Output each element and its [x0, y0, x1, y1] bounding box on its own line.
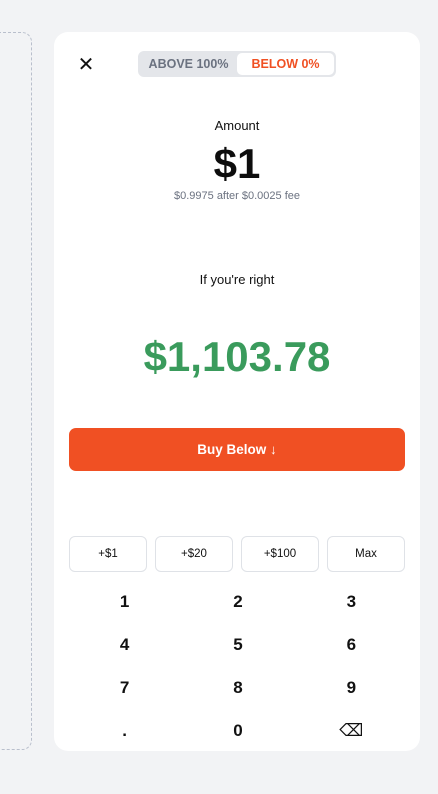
backspace-icon: ⌫: [339, 720, 364, 740]
key-2[interactable]: 2: [181, 580, 294, 623]
key-8[interactable]: 8: [181, 666, 294, 709]
amount-label: Amount: [214, 118, 260, 133]
key-decimal[interactable]: .: [68, 709, 181, 752]
numeric-keypad: 1 2 3 4 5 6 7 8 9 . 0 ⌫: [68, 580, 408, 752]
close-icon: ✕: [77, 53, 95, 76]
toggle-below-option[interactable]: BELOW 0%: [237, 53, 334, 75]
toggle-above-option[interactable]: ABOVE 100%: [140, 53, 237, 75]
quick-max-button[interactable]: Max: [327, 536, 405, 572]
direction-toggle: ABOVE 100% BELOW 0%: [138, 51, 336, 77]
side-panel-placeholder: [0, 32, 32, 750]
key-6[interactable]: 6: [295, 623, 408, 666]
payout-label: If you're right: [199, 272, 275, 287]
quick-amount-row: +$1 +$20 +$100 Max: [69, 536, 405, 572]
key-4[interactable]: 4: [68, 623, 181, 666]
quick-add-20-button[interactable]: +$20: [155, 536, 233, 572]
quick-add-1-button[interactable]: +$1: [69, 536, 147, 572]
buy-below-button[interactable]: Buy Below ↓: [69, 428, 405, 471]
key-9[interactable]: 9: [295, 666, 408, 709]
key-0[interactable]: 0: [181, 709, 294, 752]
trade-card: ✕ ABOVE 100% BELOW 0% Amount $1 $0.9975 …: [54, 32, 420, 751]
key-7[interactable]: 7: [68, 666, 181, 709]
key-5[interactable]: 5: [181, 623, 294, 666]
payout-value: $1,103.78: [143, 333, 331, 380]
key-1[interactable]: 1: [68, 580, 181, 623]
quick-add-100-button[interactable]: +$100: [241, 536, 319, 572]
backspace-key[interactable]: ⌫: [295, 709, 408, 752]
key-3[interactable]: 3: [295, 580, 408, 623]
close-button[interactable]: ✕: [76, 52, 96, 76]
amount-value: $1: [213, 140, 261, 187]
fee-note: $0.9975 after $0.0025 fee: [174, 190, 300, 202]
